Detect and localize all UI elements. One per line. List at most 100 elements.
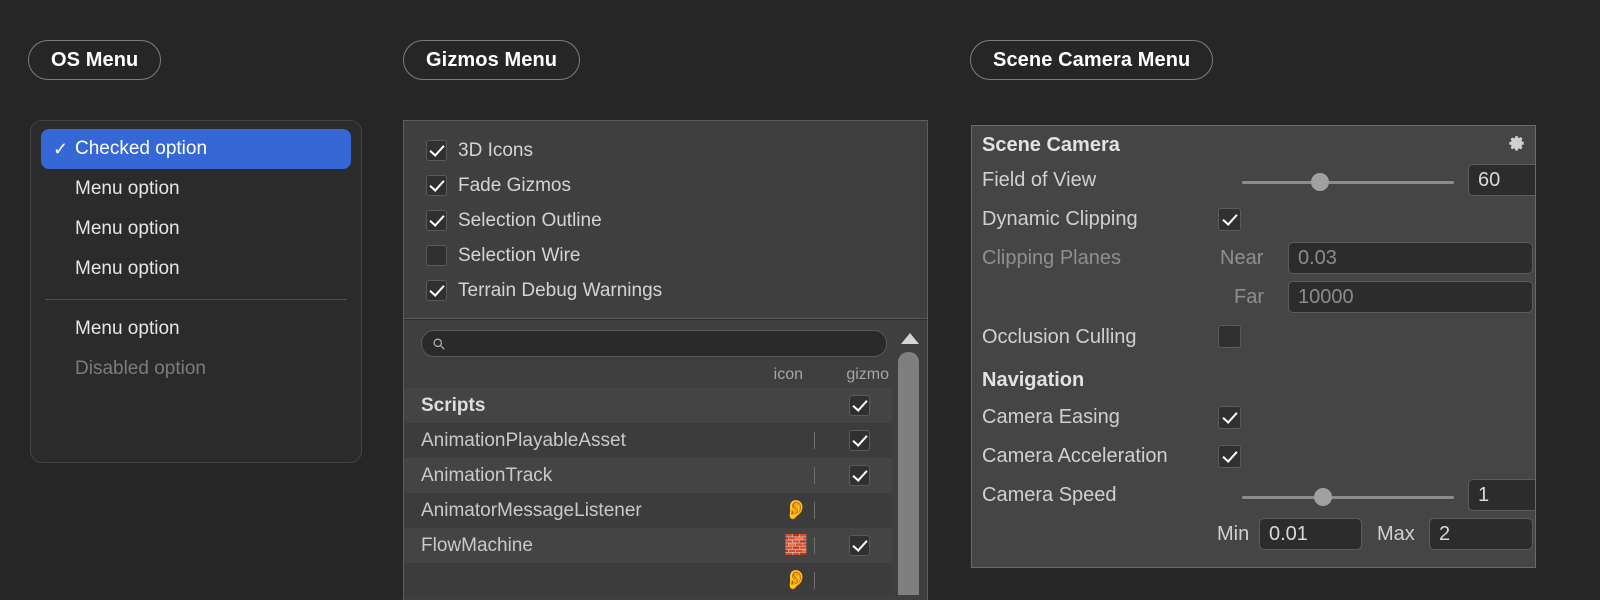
menu-separator	[45, 299, 347, 300]
bricks-icon[interactable]: 🧱	[784, 536, 808, 555]
checkbox-selection-outline[interactable]	[426, 210, 447, 231]
gizmos-menu-section-title: Gizmos Menu	[403, 40, 581, 80]
label-clipping-far: Far	[1234, 286, 1264, 308]
search-icon	[433, 337, 445, 350]
scene-camera-heading: Scene Camera	[982, 134, 1120, 156]
checkbox-occlusion-culling[interactable]	[1218, 325, 1241, 348]
row-gizmo-checkbox[interactable]	[849, 395, 870, 416]
menu-item-option-4[interactable]: Menu option	[41, 309, 351, 349]
scene-camera-popup: Scene Camera Field of View 60 Dynamic Cl…	[971, 125, 1536, 568]
ear-icon[interactable]: 👂	[784, 571, 808, 590]
table-row[interactable]: 👂	[404, 563, 892, 595]
menu-item-label: Menu option	[75, 258, 180, 279]
row-gizmo-checkbox[interactable]	[849, 430, 870, 451]
camera-speed-max-value[interactable]: 2	[1429, 518, 1533, 550]
gizmos-search-input[interactable]	[446, 334, 886, 353]
gizmos-toggle-terrain-debug-warnings[interactable]: Terrain Debug Warnings	[404, 273, 927, 308]
menu-item-option-3[interactable]: Menu option	[41, 249, 351, 289]
label-field-of-view: Field of View	[982, 169, 1097, 191]
slider-camera-speed[interactable]	[1242, 488, 1454, 506]
gizmos-list-scrollbar[interactable]	[892, 320, 927, 595]
gizmos-toggle-selection-outline[interactable]: Selection Outline	[404, 203, 927, 238]
label-camera-easing: Camera Easing	[982, 406, 1120, 428]
row-divider	[814, 467, 815, 484]
camera-speed-min-value[interactable]: 0.01	[1259, 518, 1362, 550]
os-menu-popup: ✓ Checked option Menu option Menu option…	[30, 120, 362, 463]
toggle-label: Selection Wire	[458, 244, 581, 266]
label-camera-speed-max: Max	[1377, 523, 1415, 545]
label-clipping-planes: Clipping Planes	[982, 247, 1121, 269]
table-row[interactable]: AnimationPlayableAsset	[404, 423, 892, 458]
checkbox-3d-icons[interactable]	[426, 140, 447, 161]
slider-track	[1242, 496, 1454, 499]
slider-field-of-view[interactable]	[1242, 173, 1454, 191]
checkbox-selection-wire[interactable]	[426, 245, 447, 266]
column-header-gizmo: gizmo	[846, 366, 889, 383]
ear-icon[interactable]: 👂	[784, 501, 808, 520]
row-divider	[814, 432, 815, 449]
slider-track	[1242, 181, 1454, 184]
row-name: Scripts	[421, 394, 486, 416]
row-divider	[814, 502, 815, 519]
row-name: FlowMachine	[421, 534, 533, 556]
gizmos-toggle-fade-gizmos[interactable]: Fade Gizmos	[404, 168, 927, 203]
row-name: AnimationPlayableAsset	[421, 429, 626, 451]
row-name: AnimatorMessageListener	[421, 499, 642, 521]
clipping-far-value[interactable]: 10000	[1288, 281, 1533, 313]
row-divider	[814, 537, 815, 554]
checkbox-camera-easing[interactable]	[1218, 406, 1241, 429]
row-gizmo-checkbox[interactable]	[849, 535, 870, 556]
label-occlusion-culling: Occlusion Culling	[982, 326, 1137, 348]
slider-knob[interactable]	[1313, 488, 1332, 506]
gizmos-search-box[interactable]	[421, 330, 887, 357]
menu-item-option-2[interactable]: Menu option	[41, 209, 351, 249]
table-row[interactable]: AnimatorMessageListener 👂	[404, 493, 892, 528]
label-camera-speed: Camera Speed	[982, 484, 1117, 506]
row-name: AnimationTrack	[421, 464, 553, 486]
field-of-view-value[interactable]: 60	[1468, 164, 1535, 196]
menu-item-option-1[interactable]: Menu option	[41, 169, 351, 209]
menu-item-disabled-option: Disabled option	[41, 349, 351, 389]
checkbox-terrain-debug-warnings[interactable]	[426, 280, 447, 301]
row-divider	[814, 572, 815, 589]
toggle-label: Fade Gizmos	[458, 174, 571, 196]
gizmos-toggle-3d-icons[interactable]: 3D Icons	[404, 133, 927, 168]
menu-item-label: Disabled option	[75, 358, 206, 379]
slider-knob[interactable]	[1311, 173, 1330, 191]
camera-speed-value[interactable]: 1	[1468, 479, 1535, 511]
label-dynamic-clipping: Dynamic Clipping	[982, 208, 1138, 230]
gizmos-toggle-group: 3D Icons Fade Gizmos Selection Outline S…	[404, 121, 927, 318]
menu-item-label: Menu option	[75, 218, 180, 239]
checkbox-camera-acceleration[interactable]	[1218, 445, 1241, 468]
gear-icon[interactable]	[1508, 134, 1526, 152]
menu-item-label: Checked option	[75, 138, 208, 159]
checkbox-dynamic-clipping[interactable]	[1218, 208, 1241, 231]
column-header-icon: icon	[773, 366, 803, 383]
scrollbar-thumb[interactable]	[898, 352, 919, 595]
menu-item-checked-option[interactable]: ✓ Checked option	[41, 129, 351, 169]
scroll-up-arrow-icon[interactable]	[901, 333, 919, 344]
checkmark-icon: ✓	[53, 139, 69, 159]
table-row[interactable]: AnimationTrack	[404, 458, 892, 493]
label-camera-speed-min: Min	[1217, 523, 1250, 545]
menu-item-label: Menu option	[75, 318, 180, 339]
checkbox-fade-gizmos[interactable]	[426, 175, 447, 196]
menu-item-label: Menu option	[75, 178, 180, 199]
label-camera-acceleration: Camera Acceleration	[982, 445, 1168, 467]
toggle-label: Selection Outline	[458, 209, 602, 231]
gizmos-menu-popup: 3D Icons Fade Gizmos Selection Outline S…	[403, 120, 928, 600]
os-menu-section-title: OS Menu	[28, 40, 162, 80]
clipping-near-value[interactable]: 0.03	[1288, 242, 1533, 274]
toggle-label: Terrain Debug Warnings	[458, 279, 663, 301]
table-row[interactable]: Scripts	[404, 388, 892, 423]
table-row[interactable]: FlowMachine 🧱	[404, 528, 892, 563]
gizmos-toggle-selection-wire[interactable]: Selection Wire	[404, 238, 927, 273]
row-gizmo-checkbox[interactable]	[849, 465, 870, 486]
gizmos-column-headers: icon gizmo	[404, 366, 892, 388]
label-clipping-near: Near	[1220, 247, 1264, 269]
gizmos-rows[interactable]: Scripts AnimationPlayableAsset Animation…	[404, 388, 892, 595]
scene-camera-menu-section-title: Scene Camera Menu	[970, 40, 1214, 80]
toggle-label: 3D Icons	[458, 139, 533, 161]
gizmos-list-area: icon gizmo Scripts AnimationPlayableAsse…	[404, 320, 927, 595]
navigation-heading: Navigation	[982, 369, 1085, 391]
